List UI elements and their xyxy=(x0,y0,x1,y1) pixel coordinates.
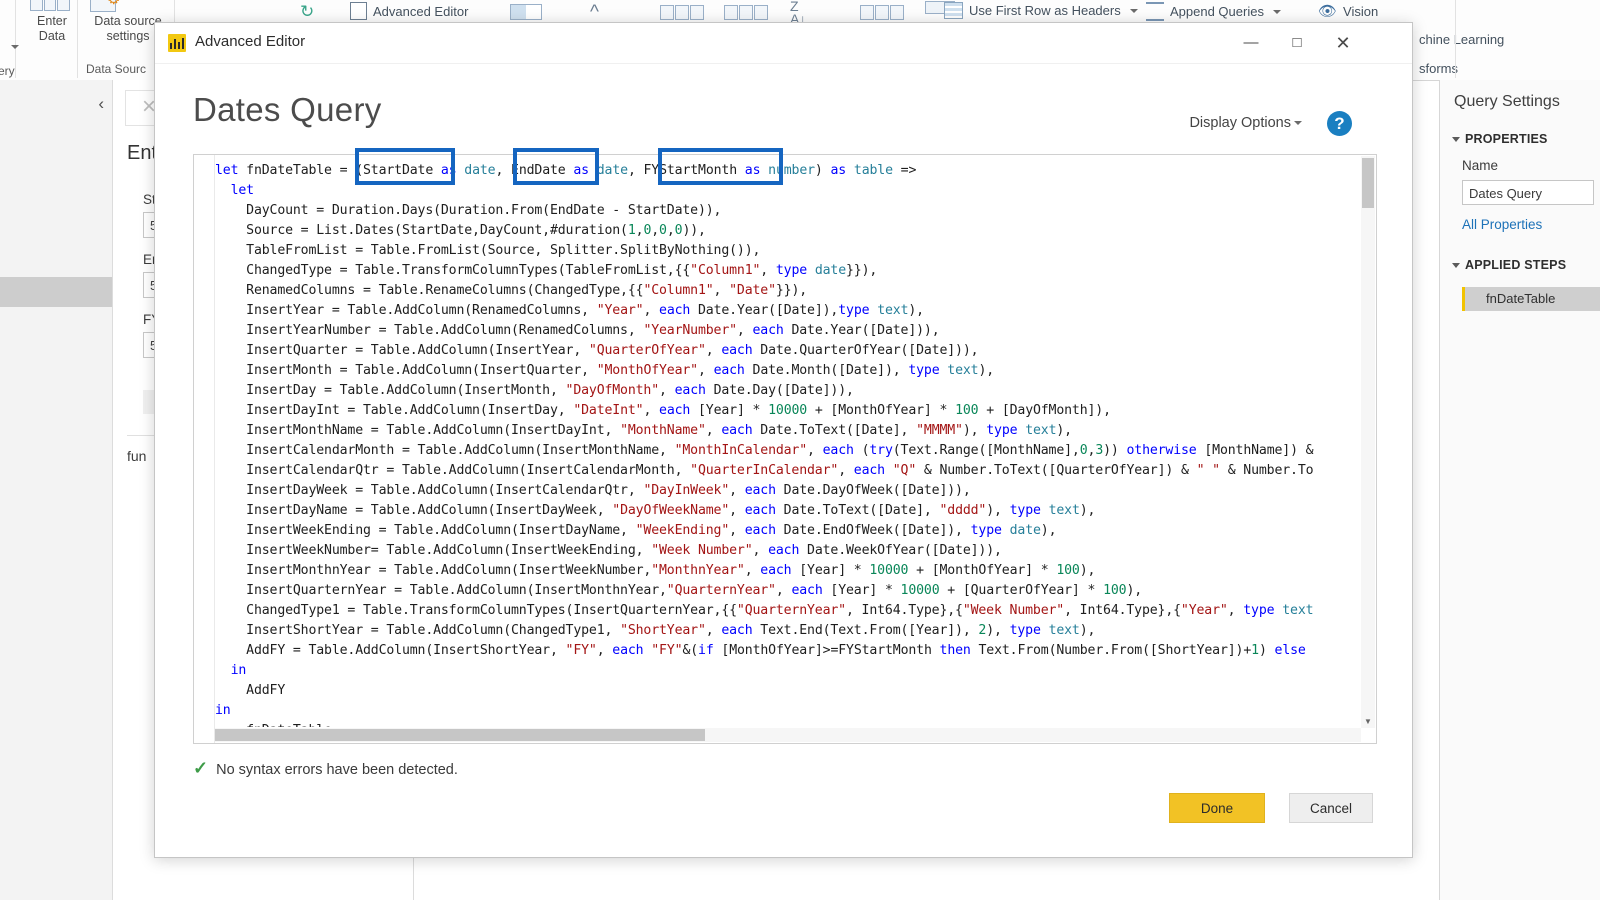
vision-button[interactable]: 👁 Vision xyxy=(1318,2,1378,20)
table-header-icon xyxy=(944,2,963,19)
transpose-icon[interactable] xyxy=(724,5,768,20)
status-message: ✓ No syntax errors have been detected. xyxy=(193,758,458,779)
advanced-editor-icon xyxy=(350,2,367,20)
query-settings-pane: Query Settings PROPERTIES Name Dates Que… xyxy=(1439,80,1600,900)
transforms-button[interactable]: sforms xyxy=(1419,61,1458,76)
query-name-input[interactable]: Dates Query xyxy=(1462,180,1594,205)
chevron-down-icon[interactable] xyxy=(1294,121,1302,126)
ribbon-divider xyxy=(1455,0,1456,78)
enter-data-button[interactable]: Enter Data xyxy=(24,14,80,44)
enter-parameters-title: Ent xyxy=(127,142,158,164)
chevron-up-icon[interactable]: ^ xyxy=(590,2,599,24)
chevron-down-icon[interactable] xyxy=(1272,9,1281,14)
append-queries-button[interactable]: Append Queries xyxy=(1146,2,1281,21)
triangle-collapse-icon[interactable] xyxy=(1452,137,1460,143)
queries-pane-selected-row[interactable] xyxy=(0,277,112,307)
page-title: Dates Query xyxy=(193,91,382,128)
gear-icon: ⚙ xyxy=(107,0,120,8)
chevron-down-icon[interactable] xyxy=(1129,8,1138,13)
status-text: No syntax errors have been detected. xyxy=(216,762,458,778)
display-options-button[interactable]: Display Options xyxy=(1189,115,1302,131)
code-scroll-area[interactable]: let fnDateTable = (StartDate as date, En… xyxy=(215,161,1360,727)
advanced-editor-ribbon-button[interactable]: Advanced Editor xyxy=(350,2,468,20)
horizontal-scroll-thumb[interactable] xyxy=(215,729,705,741)
code-editor[interactable]: let fnDateTable = (StartDate as date, En… xyxy=(193,154,1377,744)
advanced-editor-ribbon-label: Advanced Editor xyxy=(373,3,469,19)
scroll-down-icon[interactable]: ▼ xyxy=(1361,715,1375,729)
transforms-label: sforms xyxy=(1419,61,1458,76)
applied-step-indicator xyxy=(1462,287,1465,311)
split-column-icon[interactable] xyxy=(510,4,542,20)
properties-section-label: PROPERTIES xyxy=(1465,132,1548,146)
done-button[interactable]: Done xyxy=(1169,793,1265,823)
code-vertical-scrollbar[interactable]: ▲ ▼ xyxy=(1361,156,1375,728)
triangle-collapse-icon[interactable] xyxy=(1452,263,1460,269)
machine-learning-button[interactable]: chine Learning xyxy=(1419,32,1504,47)
eye-icon: 👁 xyxy=(1318,3,1338,20)
maximize-button[interactable]: □ xyxy=(1274,23,1320,63)
group-label-data-sources: Data Sourc xyxy=(86,62,147,76)
check-icon: ✓ xyxy=(193,758,209,778)
columns-icon[interactable] xyxy=(860,5,904,20)
group-label-query: ery xyxy=(0,64,15,78)
applied-steps-section-label: APPLIED STEPS xyxy=(1465,258,1567,272)
refresh-icon: ↻ xyxy=(300,2,315,21)
use-first-row-as-headers-label: Use First Row as Headers xyxy=(969,3,1121,18)
applied-step-item[interactable]: fnDateTable xyxy=(1462,287,1600,311)
all-properties-link[interactable]: All Properties xyxy=(1462,217,1542,232)
code-gutter xyxy=(194,155,215,743)
chevron-left-icon[interactable]: ‹ xyxy=(98,94,104,114)
machine-learning-label: chine Learning xyxy=(1419,32,1505,47)
dialog-titlebar[interactable]: Advanced Editor — □ ✕ xyxy=(155,23,1412,64)
properties-section-header[interactable]: PROPERTIES xyxy=(1452,132,1548,146)
code-content[interactable]: let fnDateTable = (StartDate as date, En… xyxy=(215,161,1360,727)
cancel-button[interactable]: Cancel xyxy=(1289,793,1373,823)
name-label: Name xyxy=(1462,158,1499,173)
append-icon xyxy=(1146,2,1164,21)
display-options-label: Display Options xyxy=(1189,115,1291,131)
queries-pane: ‹ xyxy=(0,80,113,900)
query-settings-title: Query Settings xyxy=(1454,93,1560,110)
vision-label: Vision xyxy=(1343,3,1379,19)
enter-data-icon xyxy=(30,0,71,11)
function-signature-label: fun xyxy=(127,448,147,464)
power-bi-icon xyxy=(168,34,186,52)
code-horizontal-scrollbar[interactable] xyxy=(215,728,1361,742)
append-queries-label: Append Queries xyxy=(1170,4,1264,19)
vertical-scroll-thumb[interactable] xyxy=(1362,158,1374,208)
applied-steps-section-header[interactable]: APPLIED STEPS xyxy=(1452,258,1566,272)
chevron-down-icon[interactable] xyxy=(11,45,19,49)
dialog-title: Advanced Editor xyxy=(195,33,306,50)
help-icon[interactable]: ? xyxy=(1327,111,1352,136)
enter-data-label-line1: Enter xyxy=(37,14,67,28)
minimize-button[interactable]: — xyxy=(1228,23,1274,63)
close-button[interactable]: ✕ xyxy=(1320,23,1366,63)
refresh-preview-button[interactable]: ↻ xyxy=(300,2,314,22)
advanced-editor-dialog: Advanced Editor — □ ✕ Dates Query Displa… xyxy=(154,22,1413,858)
enter-data-label-line2: Data xyxy=(38,29,66,43)
group-by-icon[interactable] xyxy=(660,5,704,20)
use-first-row-as-headers-button[interactable]: Use First Row as Headers xyxy=(944,2,1138,19)
